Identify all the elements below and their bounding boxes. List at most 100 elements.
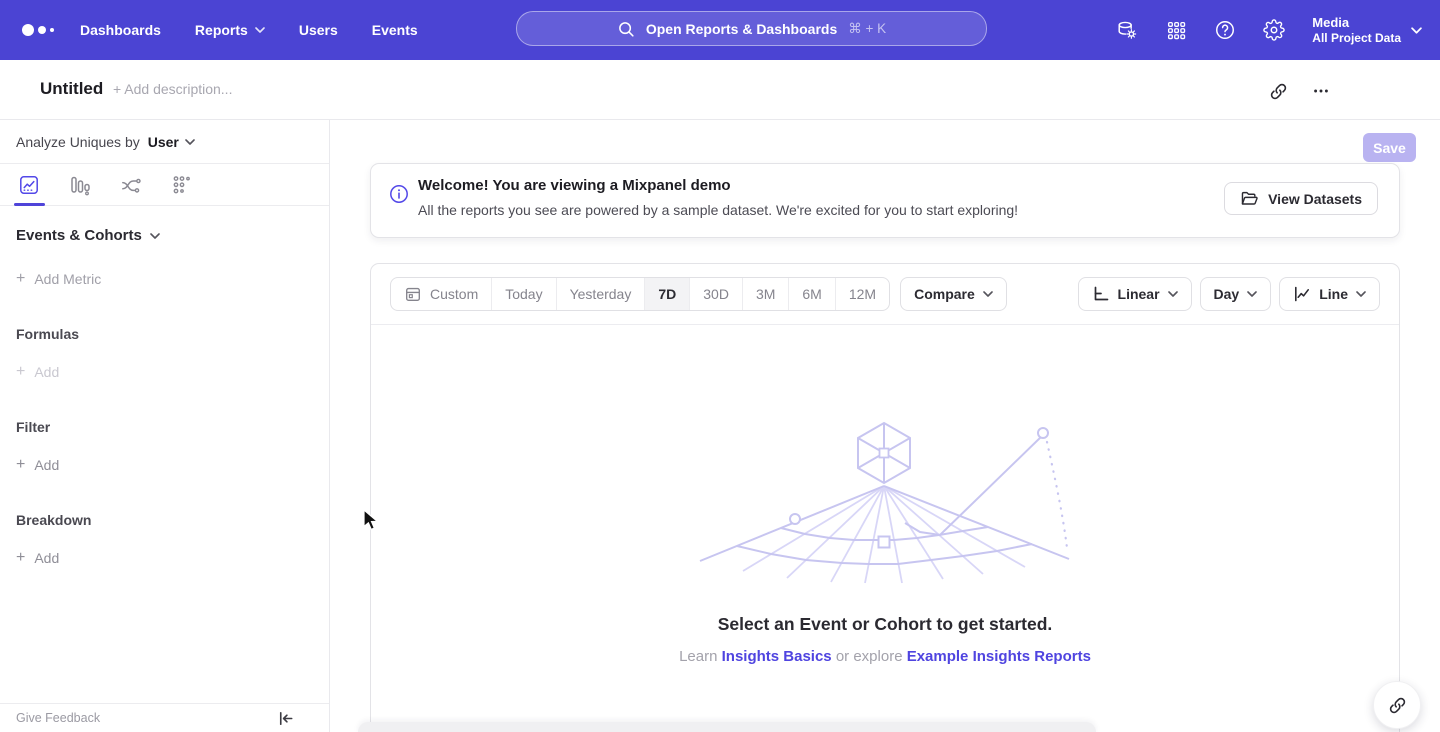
date-range-custom[interactable]: Custom bbox=[391, 278, 492, 310]
chevron-down-icon bbox=[150, 233, 160, 239]
nav-reports[interactable]: Reports bbox=[195, 22, 265, 38]
collapse-sidebar-icon[interactable] bbox=[275, 708, 295, 728]
nav-right: Media All Project Data bbox=[1116, 0, 1422, 60]
date-range-label: 3M bbox=[756, 286, 775, 302]
search-placeholder: Open Reports & Dashboards bbox=[646, 21, 837, 37]
date-range-7d[interactable]: 7D bbox=[645, 278, 690, 310]
sidebar-footer: Give Feedback bbox=[0, 703, 329, 732]
compare-dropdown[interactable]: Compare bbox=[900, 277, 1007, 311]
empty-state-title: Select an Event or Cohort to get started… bbox=[370, 614, 1400, 635]
chevron-down-icon bbox=[1247, 291, 1257, 297]
apps-grid-icon[interactable] bbox=[1165, 19, 1187, 41]
mixpanel-logo-icon[interactable] bbox=[22, 0, 54, 60]
tab-retention[interactable] bbox=[171, 164, 193, 206]
report-header: Untitled + Add description... Save bbox=[0, 60, 1440, 120]
insights-tab-icon bbox=[18, 174, 40, 196]
search-icon bbox=[617, 20, 635, 38]
date-range-label: 6M bbox=[802, 286, 821, 302]
report-title[interactable]: Untitled bbox=[40, 79, 103, 99]
add-filter-label: Add bbox=[34, 457, 59, 473]
empty-state-illustration bbox=[695, 420, 1075, 588]
date-range-label: Yesterday bbox=[570, 286, 632, 302]
welcome-banner: Welcome! You are viewing a Mixpanel demo… bbox=[370, 163, 1400, 238]
add-breakdown-button[interactable]: + Add bbox=[16, 550, 313, 566]
banner-title: Welcome! You are viewing a Mixpanel demo bbox=[418, 177, 731, 194]
chart-type-tabs bbox=[0, 164, 329, 206]
banner-body: All the reports you see are powered by a… bbox=[418, 202, 1018, 218]
copy-link-icon[interactable] bbox=[1264, 77, 1292, 105]
events-cohorts-heading[interactable]: Events & Cohorts bbox=[16, 227, 313, 244]
tab-flows[interactable] bbox=[120, 164, 142, 206]
add-formula-button[interactable]: +Add bbox=[16, 364, 313, 380]
mixpanel-insights-page: Dashboards Reports Users Events Open Rep… bbox=[0, 0, 1440, 732]
nav-dashboards[interactable]: Dashboards bbox=[80, 22, 161, 38]
analyze-label: Analyze Uniques by bbox=[16, 134, 140, 150]
example-reports-link[interactable]: Example Insights Reports bbox=[907, 648, 1091, 665]
nav-events-label: Events bbox=[372, 22, 418, 38]
query-builder-sidebar: Analyze Uniques by User Events & Cohorts… bbox=[0, 120, 330, 732]
chevron-down-icon bbox=[1168, 291, 1178, 297]
chart-type-dropdown[interactable]: Line bbox=[1279, 277, 1380, 311]
links-connector: or explore bbox=[836, 648, 903, 665]
insights-basics-link[interactable]: Insights Basics bbox=[722, 648, 832, 665]
save-button[interactable]: Save bbox=[1363, 133, 1416, 162]
retention-tab-icon bbox=[171, 174, 193, 196]
date-range-control: Custom Today Yesterday 7D 30D 3M 6M 12M bbox=[390, 277, 890, 311]
scale-label: Linear bbox=[1118, 286, 1160, 302]
tab-insights[interactable] bbox=[18, 164, 40, 206]
project-info: Media All Project Data bbox=[1312, 15, 1401, 46]
empty-state-links: Learn Insights Basics or explore Example… bbox=[370, 648, 1400, 665]
analyze-value: User bbox=[148, 134, 179, 150]
global-search-input[interactable]: Open Reports & Dashboards ⌘ + K bbox=[516, 11, 987, 46]
chevron-down-icon bbox=[1411, 27, 1422, 34]
line-chart-icon bbox=[1293, 285, 1311, 303]
date-range-yesterday[interactable]: Yesterday bbox=[557, 278, 646, 310]
nav-events[interactable]: Events bbox=[372, 22, 418, 38]
data-management-icon[interactable] bbox=[1116, 19, 1138, 41]
date-range-label: 30D bbox=[703, 286, 729, 302]
project-name: Media bbox=[1312, 15, 1401, 31]
top-nav: Dashboards Reports Users Events Open Rep… bbox=[0, 0, 1440, 60]
date-range-label: 7D bbox=[658, 286, 676, 302]
toolbar-left: Custom Today Yesterday 7D 30D 3M 6M 12M … bbox=[390, 277, 1007, 311]
share-link-button[interactable] bbox=[1373, 681, 1421, 729]
nav-users[interactable]: Users bbox=[299, 22, 338, 38]
plus-icon: + bbox=[16, 550, 25, 566]
chevron-down-icon bbox=[983, 291, 993, 297]
add-description-field[interactable]: + Add description... bbox=[113, 81, 232, 97]
add-breakdown-label: Add bbox=[34, 550, 59, 566]
report-toolbar: Custom Today Yesterday 7D 30D 3M 6M 12M … bbox=[371, 264, 1399, 311]
breakdown-heading: Breakdown bbox=[16, 512, 313, 528]
date-range-6m[interactable]: 6M bbox=[789, 278, 835, 310]
date-range-30d[interactable]: 30D bbox=[690, 278, 743, 310]
date-range-3m[interactable]: 3M bbox=[743, 278, 789, 310]
project-selector[interactable]: Media All Project Data bbox=[1312, 15, 1422, 46]
more-options-icon[interactable] bbox=[1307, 77, 1335, 105]
add-metric-label: Add Metric bbox=[34, 271, 101, 287]
folder-icon bbox=[1240, 189, 1259, 208]
scale-dropdown[interactable]: Linear bbox=[1078, 277, 1192, 311]
analyze-row: Analyze Uniques by User bbox=[0, 120, 329, 164]
formulas-heading: Formulas bbox=[16, 326, 313, 342]
view-datasets-button[interactable]: View Datasets bbox=[1224, 182, 1378, 215]
analyze-by-dropdown[interactable]: User bbox=[148, 134, 195, 150]
bottom-panel-edge bbox=[358, 722, 1096, 732]
sidebar-body: Events & Cohorts +Add Metric Formulas +A… bbox=[0, 227, 329, 566]
calendar-icon bbox=[404, 285, 422, 303]
chart-type-label: Line bbox=[1319, 286, 1348, 302]
interval-label: Day bbox=[1214, 286, 1240, 302]
interval-dropdown[interactable]: Day bbox=[1200, 277, 1272, 311]
date-range-today[interactable]: Today bbox=[492, 278, 556, 310]
date-range-12m[interactable]: 12M bbox=[836, 278, 889, 310]
link-icon bbox=[1388, 696, 1407, 715]
add-metric-button[interactable]: +Add Metric bbox=[16, 271, 313, 287]
compare-label: Compare bbox=[914, 286, 975, 302]
give-feedback-link[interactable]: Give Feedback bbox=[16, 711, 100, 725]
chevron-down-icon bbox=[185, 139, 195, 145]
add-filter-button[interactable]: +Add bbox=[16, 457, 313, 473]
tab-bar[interactable] bbox=[69, 164, 91, 206]
toolbar-divider bbox=[371, 324, 1399, 325]
gear-icon[interactable] bbox=[1263, 19, 1285, 41]
help-icon[interactable] bbox=[1214, 19, 1236, 41]
events-cohorts-label: Events & Cohorts bbox=[16, 227, 142, 244]
